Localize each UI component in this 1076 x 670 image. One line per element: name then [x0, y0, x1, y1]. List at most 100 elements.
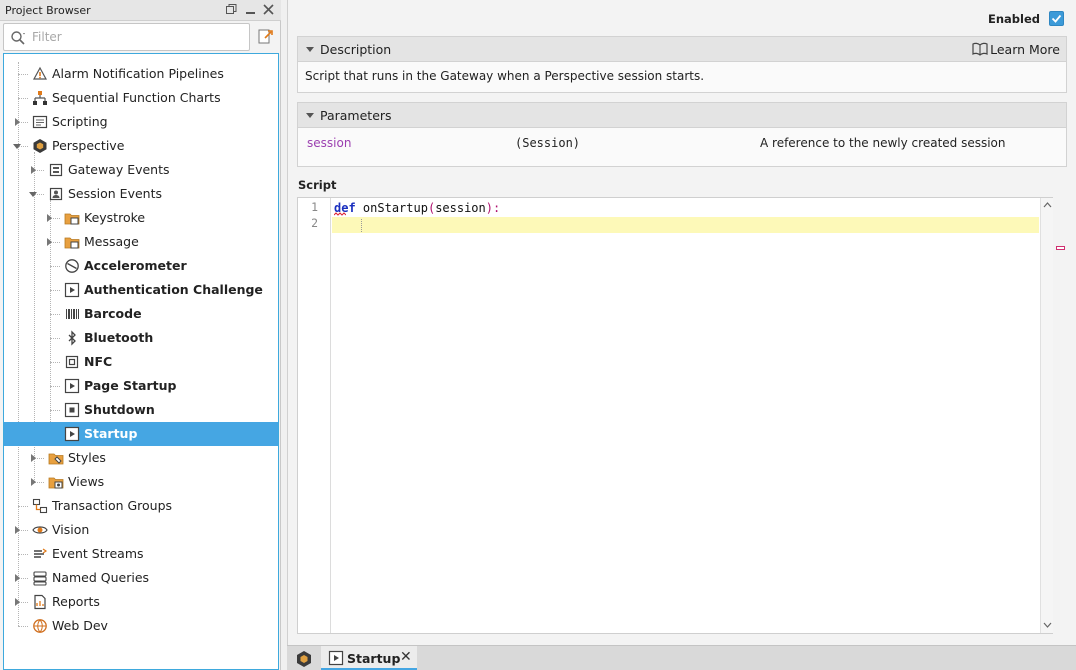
tree-collapsed-icon[interactable] [44, 237, 54, 247]
script-label: Script [298, 178, 337, 192]
tree-item-bluetooth[interactable]: Bluetooth [4, 326, 278, 350]
tree-item-authentication-challenge[interactable]: Authentication Challenge [4, 278, 278, 302]
tree-item-accelerometer[interactable]: Accelerometer [4, 254, 278, 278]
tree-item-reports[interactable]: Reports [4, 590, 278, 614]
project-browser-title: Project Browser [5, 4, 91, 17]
tree-item-styles[interactable]: Styles [4, 446, 278, 470]
tree-item-label: Shutdown [84, 402, 155, 417]
scroll-down-icon[interactable] [1043, 622, 1052, 628]
tree-collapsed-icon[interactable] [44, 213, 54, 223]
tree-collapsed-icon[interactable] [28, 477, 38, 487]
shutdown-icon [64, 402, 80, 418]
line-number: 1 [311, 200, 318, 214]
perspective-icon [33, 139, 47, 153]
close-icon[interactable] [261, 3, 276, 18]
parameter-type: (Session) [515, 136, 581, 150]
minimize-icon[interactable] [243, 3, 258, 18]
tree-item-views[interactable]: Views [4, 470, 278, 494]
checkmark-icon [1051, 14, 1062, 23]
tree-item-label: Transaction Groups [52, 498, 173, 513]
tree-expanded-icon[interactable] [12, 141, 22, 151]
tree-item-label: Message [84, 234, 139, 249]
tree-collapsed-icon[interactable] [28, 453, 38, 463]
styles-folder-icon [48, 453, 64, 465]
code-close: ): [485, 201, 501, 215]
tree-collapsed-icon[interactable] [28, 165, 38, 175]
tree-item-gateway-events[interactable]: Gateway Events [4, 158, 278, 182]
script-icon [64, 282, 80, 298]
enabled-label: Enabled [987, 12, 1040, 26]
tree-item-label: Alarm Notification Pipelines [52, 66, 224, 81]
tree-item-label: Authentication Challenge [84, 282, 263, 297]
tree-item-event-streams[interactable]: Event Streams [4, 542, 278, 566]
event-streams-icon [34, 548, 48, 558]
description-header[interactable]: Description Learn More [297, 36, 1067, 62]
tree-collapsed-icon[interactable] [12, 117, 22, 127]
tree-item-nfc[interactable]: NFC [4, 350, 278, 374]
scroll-up-icon[interactable] [1043, 202, 1052, 208]
error-overview-ruler [1054, 197, 1067, 634]
views-folder-icon [48, 477, 64, 489]
tab-close-icon[interactable]: ✕ [400, 649, 412, 665]
tree-item-label: Startup [84, 426, 138, 441]
script-editor[interactable]: 1 2 def onStartup(session): [297, 197, 1053, 634]
tree-item-startup[interactable]: Startup [4, 422, 278, 446]
learn-more-link[interactable]: Learn More [990, 42, 1060, 57]
barcode-icon [66, 309, 79, 319]
tree-item-label: NFC [84, 354, 113, 369]
tree-item-label: Accelerometer [84, 258, 187, 273]
tree-item-page-startup[interactable]: Page Startup [4, 374, 278, 398]
tree-collapsed-icon[interactable] [12, 573, 22, 583]
current-code-line [332, 217, 1039, 233]
scripting-icon [32, 115, 48, 129]
parameters-header-label: Parameters [320, 108, 392, 123]
tree-item-label: Reports [52, 594, 100, 609]
project-browser-panel: Project Browser Alarm Notification Pipel… [0, 0, 281, 670]
tree-item-web-dev[interactable]: Web Dev [4, 614, 278, 638]
tree-item-session-events[interactable]: Session Events [4, 182, 278, 206]
tree-item-keystroke[interactable]: Keystroke [4, 206, 278, 230]
collapse-triangle-icon [306, 113, 314, 118]
tree-item-named-queries[interactable]: Named Queries [4, 566, 278, 590]
enabled-checkbox[interactable] [1049, 11, 1064, 26]
tree-item-message[interactable]: Message [4, 230, 278, 254]
error-marker[interactable] [1056, 246, 1065, 250]
tree-item-shutdown[interactable]: Shutdown [4, 398, 278, 422]
filter-row [3, 23, 279, 51]
editor-tab-bar: Startup ✕ [287, 645, 1076, 670]
tree-item-label: Scripting [52, 114, 108, 129]
tree-item-perspective[interactable]: Perspective [4, 134, 278, 158]
folder-icon [64, 213, 80, 225]
accelerometer-icon [65, 259, 79, 273]
tree-collapsed-icon[interactable] [12, 525, 22, 535]
alarm-pipeline-icon [32, 66, 48, 80]
code-param: session [435, 201, 486, 215]
project-tree: Alarm Notification Pipelines Sequential F… [3, 53, 279, 670]
link-editor-icon[interactable] [255, 26, 277, 48]
project-browser-header: Project Browser [0, 0, 281, 21]
tree-item-label: Web Dev [52, 618, 108, 633]
vertical-scrollbar[interactable] [1040, 198, 1053, 633]
tree-item-label: Named Queries [52, 570, 150, 585]
tree-expanded-icon[interactable] [28, 189, 38, 199]
book-icon [972, 42, 988, 56]
parameter-name: session [307, 136, 352, 150]
parameters-header[interactable]: Parameters [297, 102, 1067, 128]
tree-item-sequential-function-charts[interactable]: Sequential Function Charts [4, 86, 278, 110]
indent-guide [361, 219, 362, 232]
restore-window-icon[interactable] [224, 3, 239, 18]
tree-item-scripting[interactable]: Scripting [4, 110, 278, 134]
filter-input[interactable] [32, 28, 242, 46]
tree-item-barcode[interactable]: Barcode [4, 302, 278, 326]
tree-item-label: Views [68, 474, 105, 489]
perspective-icon[interactable] [295, 650, 313, 668]
tab-startup[interactable]: Startup ✕ [321, 646, 417, 670]
tree-item-alarm-notification-pipelines[interactable]: Alarm Notification Pipelines [4, 62, 278, 86]
tree-collapsed-icon[interactable] [12, 597, 22, 607]
tree-item-vision[interactable]: Vision [4, 518, 278, 542]
error-squiggle-icon [334, 212, 346, 216]
tree-item-transaction-groups[interactable]: Transaction Groups [4, 494, 278, 518]
code-area[interactable]: def onStartup(session): [332, 198, 1039, 633]
tab-label: Startup [347, 651, 401, 666]
tree-item-label: Barcode [84, 306, 142, 321]
